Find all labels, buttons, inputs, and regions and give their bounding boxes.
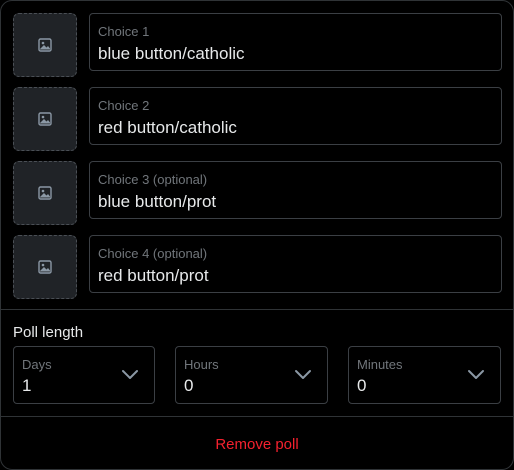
section-divider (1, 416, 513, 417)
choice-value: red button/catholic (98, 118, 237, 137)
add-media-button[interactable] (13, 235, 77, 299)
hours-label: Hours (184, 357, 219, 372)
image-icon (38, 186, 52, 200)
days-select[interactable]: Days 1 (13, 346, 155, 404)
minutes-value: 0 (357, 376, 367, 395)
hours-select[interactable]: Hours 0 (175, 346, 328, 404)
choice-label: Choice 1 (98, 24, 150, 39)
days-label: Days (22, 357, 52, 372)
choice-value: blue button/prot (98, 192, 217, 211)
choice-input[interactable]: Choice 2 red button/catholic (89, 87, 502, 145)
choice-label: Choice 4 (optional) (98, 246, 208, 261)
choice-label: Choice 3 (optional) (98, 172, 208, 187)
chevron-down-icon (120, 368, 140, 382)
add-media-button[interactable] (13, 161, 77, 225)
hours-value: 0 (184, 376, 194, 395)
choice-input[interactable]: Choice 3 (optional) blue button/prot (89, 161, 502, 219)
chevron-down-icon (466, 368, 486, 382)
chevron-down-icon (293, 368, 313, 382)
choice-value: red button/prot (98, 266, 209, 285)
poll-choice-2: Choice 2 red button/catholic (13, 87, 503, 151)
poll-length-title: Poll length (13, 324, 84, 341)
choice-input[interactable]: Choice 4 (optional) red button/prot (89, 235, 502, 293)
image-icon (38, 112, 52, 126)
poll-composer: Choice 1 blue button/catholic Choice 2 r… (0, 0, 514, 470)
poll-choice-1: Choice 1 blue button/catholic (13, 13, 503, 77)
poll-choice-4: Choice 4 (optional) red button/prot (13, 235, 503, 299)
image-icon (38, 38, 52, 52)
section-divider (1, 309, 513, 310)
choice-input[interactable]: Choice 1 blue button/catholic (89, 13, 502, 71)
days-value: 1 (22, 376, 32, 395)
choice-label: Choice 2 (98, 98, 150, 113)
minutes-select[interactable]: Minutes 0 (348, 346, 501, 404)
image-icon (38, 260, 52, 274)
minutes-label: Minutes (357, 357, 403, 372)
choice-value: blue button/catholic (98, 44, 245, 63)
add-media-button[interactable] (13, 87, 77, 151)
remove-poll-button[interactable]: Remove poll (1, 418, 513, 470)
add-media-button[interactable] (13, 13, 77, 77)
poll-choice-3: Choice 3 (optional) blue button/prot (13, 161, 503, 225)
